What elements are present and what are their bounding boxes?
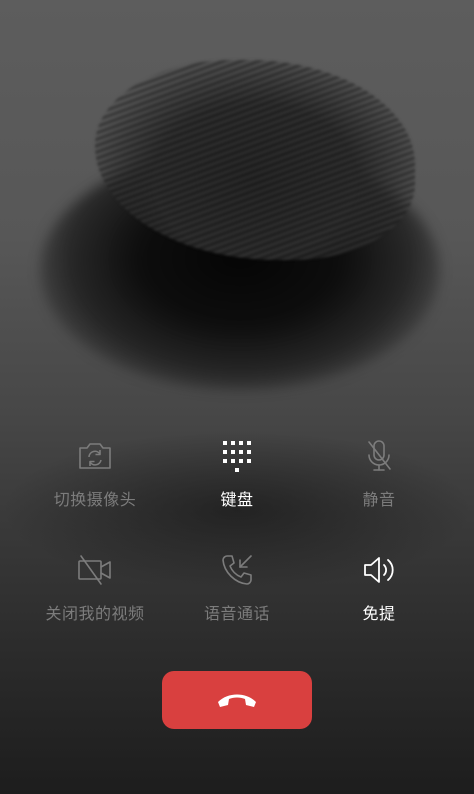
switch-camera-button[interactable]: 切换摄像头 — [15, 438, 175, 510]
speaker-icon — [361, 552, 397, 588]
mute-label: 静音 — [362, 490, 396, 509]
speaker-button[interactable]: 免提 — [299, 552, 459, 624]
keypad-icon — [219, 438, 255, 474]
camera-switch-icon — [77, 438, 113, 474]
phone-callback-icon — [219, 552, 255, 588]
keypad-label: 键盘 — [220, 490, 254, 509]
mute-button[interactable]: 静音 — [299, 438, 459, 510]
video-off-icon — [77, 552, 113, 588]
microphone-muted-icon — [361, 438, 397, 474]
hangup-button[interactable] — [162, 671, 312, 729]
voice-call-label: 语音通话 — [203, 604, 270, 623]
voice-call-button[interactable]: 语音通话 — [157, 552, 317, 624]
phone-hangup-icon — [218, 694, 256, 707]
switch-camera-label: 切换摄像头 — [53, 490, 137, 509]
video-call-screen: 切换摄像头 键盘 静音 关闭我的视频 语音通话 免提 — [0, 0, 474, 794]
remote-video-feed — [0, 0, 474, 440]
turn-off-video-button[interactable]: 关闭我的视频 — [15, 552, 175, 624]
speaker-label: 免提 — [362, 604, 396, 623]
turn-off-video-label: 关闭我的视频 — [45, 604, 145, 623]
keypad-button[interactable]: 键盘 — [157, 438, 317, 510]
